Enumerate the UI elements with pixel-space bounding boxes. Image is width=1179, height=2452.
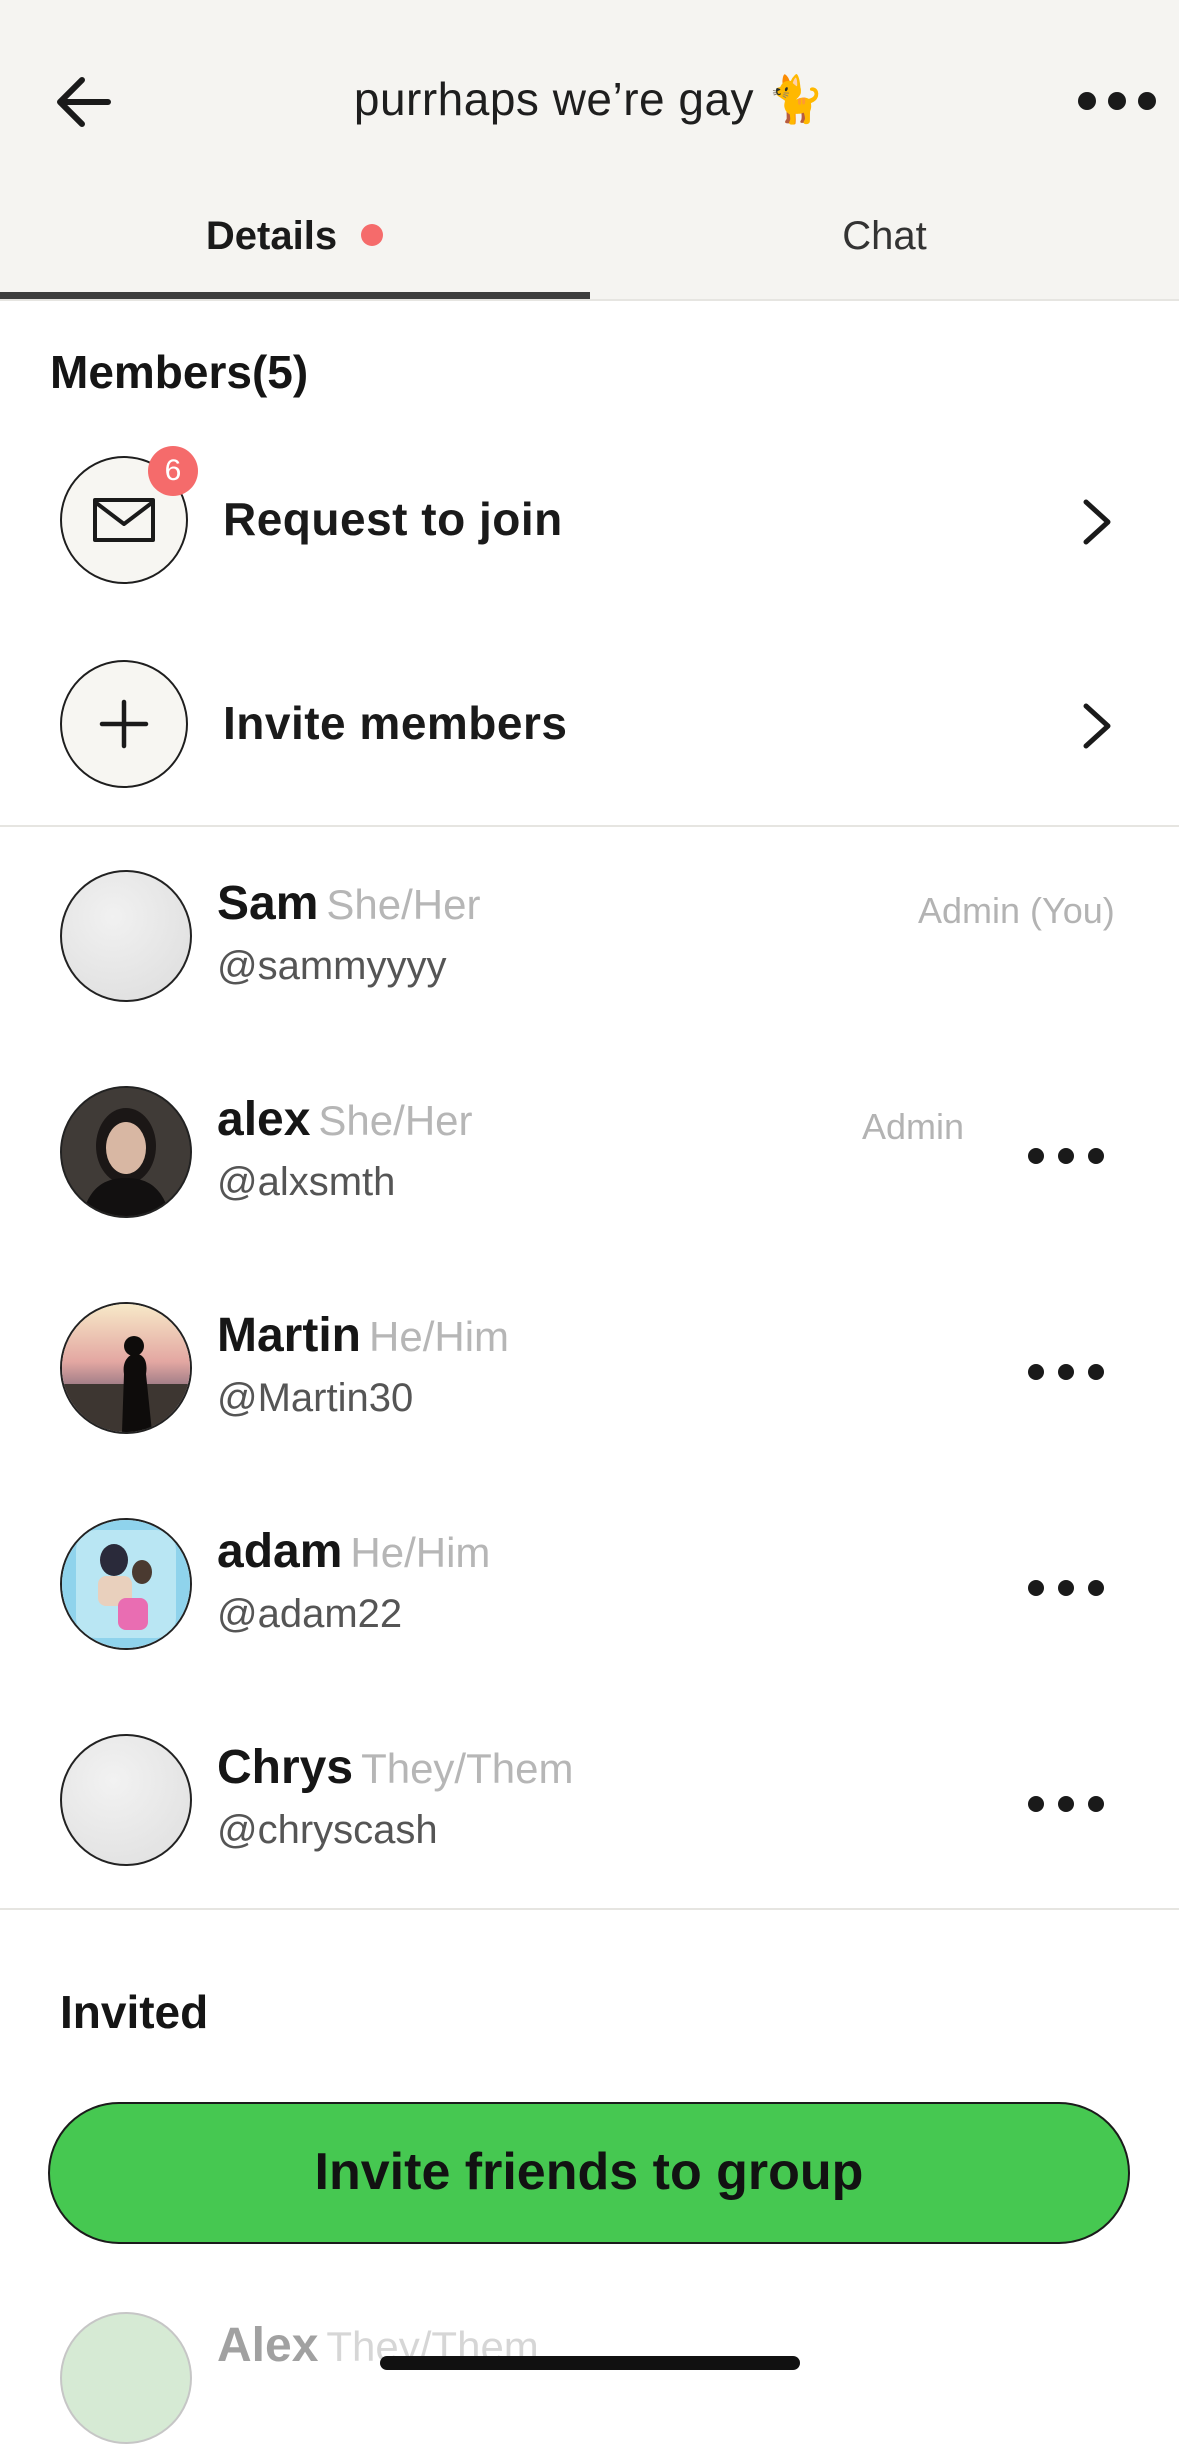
request-count-badge: 6 (148, 446, 198, 496)
member-pronouns: He/Him (350, 1529, 491, 1576)
member-row-martin[interactable]: Martin He/Him @Martin30 (0, 1302, 1179, 1442)
invite-members-icon-circle (60, 660, 188, 788)
sunset-photo (62, 1304, 190, 1432)
invited-section-title: Invited (60, 1986, 209, 2038)
tab-chat[interactable]: Chat (590, 200, 1179, 300)
avatar[interactable] (60, 1518, 192, 1650)
invite-friends-button[interactable]: Invite friends to group (48, 2102, 1130, 2244)
member-pronouns: She/Her (326, 881, 481, 928)
plus-icon (99, 699, 149, 749)
more-options-icon[interactable] (1026, 1360, 1106, 1384)
member-handle: @Martin30 (217, 1376, 414, 1420)
member-row-alex[interactable]: alex She/Her @alxsmth Admin (0, 1086, 1179, 1226)
section-divider (0, 825, 1179, 827)
more-options-button[interactable] (1077, 86, 1157, 116)
section-divider (0, 1908, 1179, 1910)
portrait-photo (62, 1088, 190, 1216)
member-handle: @sammyyyy (217, 944, 447, 988)
avatar[interactable] (60, 1302, 192, 1434)
member-row-adam[interactable]: adam He/Him @adam22 (0, 1518, 1179, 1658)
chevron-right-icon (1083, 499, 1111, 545)
page-title: purrhaps we’re gay 🐈 (353, 73, 826, 125)
home-indicator (380, 2356, 800, 2370)
invite-members-label: Invite members (223, 697, 568, 749)
more-options-icon[interactable] (1026, 1576, 1106, 1600)
member-role: Admin (You) (918, 890, 1115, 931)
header-divider (0, 299, 1179, 301)
member-role: Admin (862, 1106, 965, 1147)
request-to-join-row[interactable]: 6 Request to join (0, 446, 1179, 590)
tab-details-label: Details (205, 214, 338, 258)
member-name: adam He/Him (217, 1525, 491, 1578)
more-options-icon[interactable] (1026, 1792, 1106, 1816)
avatar[interactable] (60, 2312, 192, 2444)
chevron-right-icon (1083, 703, 1111, 749)
tab-chat-label: Chat (842, 214, 927, 258)
member-pronouns: He/Him (369, 1313, 510, 1360)
member-handle: @adam22 (217, 1592, 403, 1636)
member-handle: @alxsmth (217, 1160, 396, 1204)
member-pronouns: She/Her (318, 1097, 473, 1144)
member-name: Sam She/Her (217, 877, 481, 930)
member-name: Chrys They/Them (217, 1741, 574, 1794)
notification-dot (361, 224, 384, 247)
avatar[interactable] (60, 1086, 192, 1218)
invite-members-row[interactable]: Invite members (0, 654, 1179, 794)
avatar[interactable] (60, 870, 192, 1002)
tab-details[interactable]: Details (0, 200, 589, 300)
request-to-join-label: Request to join (223, 493, 563, 545)
tab-bar: Details Chat (0, 200, 1179, 300)
members-section-title: Members(5) (50, 346, 309, 398)
illustration-photo (62, 1520, 190, 1648)
member-row-chrys[interactable]: Chrys They/Them @chryscash (0, 1734, 1179, 1874)
more-horizontal-icon (1078, 92, 1156, 110)
invited-row-alex[interactable]: Alex They/Them (0, 2312, 1179, 2452)
member-name: Martin He/Him (217, 1309, 510, 1362)
more-options-icon[interactable] (1026, 1144, 1106, 1168)
member-name: alex She/Her (217, 1093, 473, 1146)
avatar[interactable] (60, 1734, 192, 1866)
member-row-sam[interactable]: Sam She/Her @sammyyyy Admin (You) (0, 870, 1179, 1010)
member-pronouns: They/Them (361, 1745, 574, 1792)
member-handle: @chryscash (217, 1808, 438, 1852)
header: purrhaps we’re gay 🐈 Details Chat (0, 0, 1179, 301)
